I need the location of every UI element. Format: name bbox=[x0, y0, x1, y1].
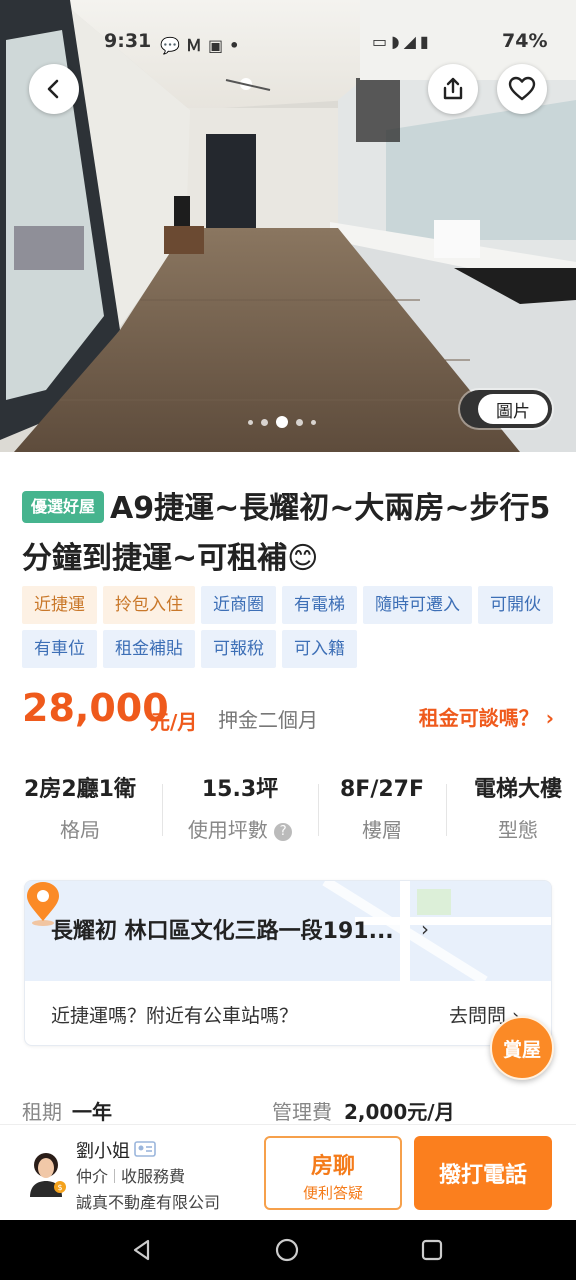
heart-icon bbox=[508, 76, 536, 101]
tag: 有電梯 bbox=[282, 586, 357, 624]
chevron-right-icon: › bbox=[545, 706, 554, 730]
notification-icons: 💬Ｍ▣• bbox=[160, 32, 245, 56]
rent-price: 28,000 bbox=[22, 686, 169, 730]
listing-photo[interactable]: 9:31 💬Ｍ▣• ▭◗◢▮ 74% 圖片 bbox=[0, 0, 576, 452]
listing-page: 9:31 💬Ｍ▣• ▭◗◢▮ 74% 圖片 優選好屋 A9捷運~長耀初~大兩房~… bbox=[0, 0, 576, 1280]
battery-percent: 74% bbox=[502, 30, 548, 52]
negotiate-label: 租金可談嗎？ bbox=[418, 706, 539, 730]
management-fee-value: 2,000元/月 bbox=[344, 1100, 455, 1124]
carousel-dot bbox=[311, 419, 316, 425]
agent-avatar[interactable]: $ bbox=[26, 1149, 66, 1197]
carousel-dots bbox=[248, 416, 316, 428]
status-bar: 9:31 💬Ｍ▣• ▭◗◢▮ 74% bbox=[0, 24, 576, 60]
carousel-dot bbox=[261, 418, 268, 426]
fact-label: 型態 bbox=[498, 818, 538, 842]
agent-name: 劉小姐 bbox=[76, 1141, 130, 1162]
listing-title: 優選好屋 A9捷運~長耀初~大兩房~步行5分鐘到捷運~可租補😊 bbox=[22, 484, 552, 584]
agent-company: 誠真不動產有限公司 bbox=[76, 1193, 221, 1212]
fact-value: 8F/27F bbox=[339, 777, 424, 802]
tag: 拎包入住 bbox=[103, 586, 195, 624]
tag: 近捷運 bbox=[22, 586, 97, 624]
share-icon bbox=[443, 77, 463, 100]
system-nav-bar bbox=[0, 1220, 576, 1280]
feature-tags: 近捷運 拎包入住 近商圈 有電梯 隨時可遷入 可開伙 有車位 租金補貼 可報稅 … bbox=[22, 586, 562, 668]
carousel-dot bbox=[248, 419, 253, 425]
fact-layout: 2房2廳1衛 格局 bbox=[10, 770, 150, 850]
deposit-info: 押金二個月 bbox=[218, 708, 318, 732]
gmail-icon: Ｍ bbox=[185, 36, 208, 55]
speech-bubble-icon: 💬 bbox=[160, 36, 186, 55]
call-button[interactable]: 撥打電話 bbox=[414, 1136, 552, 1210]
chevron-right-icon: › bbox=[421, 917, 429, 941]
key-facts: 2房2廳1衛 格局 15.3坪 使用坪數 ? 8F/27F 樓層 電梯大樓 型態 bbox=[0, 770, 576, 850]
tag: 可入籍 bbox=[282, 630, 357, 668]
battery-icon: ▮ bbox=[419, 32, 433, 51]
featured-badge: 優選好屋 bbox=[22, 491, 105, 523]
chat-button[interactable]: 房聊 便利答疑 bbox=[264, 1136, 402, 1210]
media-toggle[interactable]: 圖片 bbox=[460, 390, 552, 428]
fact-label: 格局 bbox=[60, 818, 100, 842]
tag: 租金補貼 bbox=[103, 630, 195, 668]
tag: 可報稅 bbox=[201, 630, 276, 668]
photo-tab[interactable]: 圖片 bbox=[478, 394, 548, 424]
fact-value: 15.3坪 bbox=[201, 777, 279, 802]
back-nav-icon[interactable] bbox=[130, 1238, 154, 1262]
tag: 隨時可遷入 bbox=[363, 586, 472, 624]
address-text: 長耀初 林口區文化三路一段191... bbox=[51, 919, 394, 944]
fact-type: 電梯大樓 型態 bbox=[448, 770, 576, 850]
negotiate-link[interactable]: 租金可談嗎？ › bbox=[419, 702, 554, 731]
carousel-dot bbox=[296, 418, 303, 426]
app-icon: ▣ bbox=[207, 36, 230, 55]
fact-floor: 8F/27F 樓層 bbox=[312, 770, 452, 850]
view-home-button[interactable]: 賞屋 bbox=[490, 1016, 554, 1080]
signal-icon: ◢ bbox=[403, 32, 420, 51]
contact-bar: $ 劉小姐 仲介 收服務費 誠真不動產有限公司 房聊 便利答疑 撥打電話 bbox=[0, 1124, 576, 1220]
share-button[interactable] bbox=[428, 64, 478, 114]
price-row: 28,000 元/月 押金二個月 租金可談嗎？ › bbox=[22, 686, 554, 746]
tag: 可開伙 bbox=[478, 586, 553, 624]
id-card-icon bbox=[134, 1141, 156, 1157]
svg-text:$: $ bbox=[57, 1183, 62, 1192]
lease-details: 租期 一年 管理費 2,000元/月 bbox=[22, 1096, 562, 1126]
system-icons: ▭◗◢▮ bbox=[372, 32, 433, 51]
management-fee-label: 管理費 bbox=[272, 1100, 332, 1124]
chat-sub-label: 便利答疑 bbox=[302, 1184, 363, 1202]
apartment-photo-illustration bbox=[0, 0, 576, 452]
tag: 近商圈 bbox=[201, 586, 276, 624]
carousel-dot-active bbox=[276, 416, 288, 428]
agent-role: 仲介 收服務費 bbox=[76, 1167, 186, 1186]
favorite-button[interactable] bbox=[497, 64, 547, 114]
fact-value: 電梯大樓 bbox=[473, 777, 562, 802]
status-time: 9:31 bbox=[104, 30, 152, 52]
lease-term-value: 一年 bbox=[72, 1100, 112, 1124]
wifi-icon: ◗ bbox=[391, 32, 404, 51]
fact-label: 樓層 bbox=[362, 818, 402, 842]
fact-label[interactable]: 使用坪數 ? bbox=[170, 810, 310, 850]
cast-icon: ▭ bbox=[372, 32, 392, 51]
back-button[interactable] bbox=[29, 64, 79, 114]
location-card: 長耀初 林口區文化三路一段191... › 近捷運嗎？附近有公車站嗎？ 去問問 … bbox=[24, 880, 552, 1046]
divider bbox=[446, 784, 447, 836]
fact-size: 15.3坪 使用坪數 ? bbox=[170, 770, 310, 850]
home-nav-icon[interactable] bbox=[274, 1238, 300, 1264]
help-icon[interactable]: ? bbox=[274, 823, 293, 841]
transit-question: 近捷運嗎？附近有公車站嗎？ bbox=[51, 1005, 299, 1027]
recents-nav-icon[interactable] bbox=[420, 1238, 444, 1262]
address-row[interactable]: 長耀初 林口區文化三路一段191... › bbox=[25, 881, 551, 981]
tag: 有車位 bbox=[22, 630, 97, 668]
chevron-left-icon bbox=[47, 79, 59, 99]
map-pin-icon bbox=[27, 882, 59, 926]
chat-label: 房聊 bbox=[310, 1154, 355, 1179]
divider bbox=[162, 784, 163, 836]
dot-icon: • bbox=[229, 36, 246, 55]
rent-unit: 元/月 bbox=[150, 710, 198, 734]
lease-term-label: 租期 bbox=[22, 1100, 62, 1124]
fact-value: 2房2廳1衛 bbox=[24, 777, 136, 802]
